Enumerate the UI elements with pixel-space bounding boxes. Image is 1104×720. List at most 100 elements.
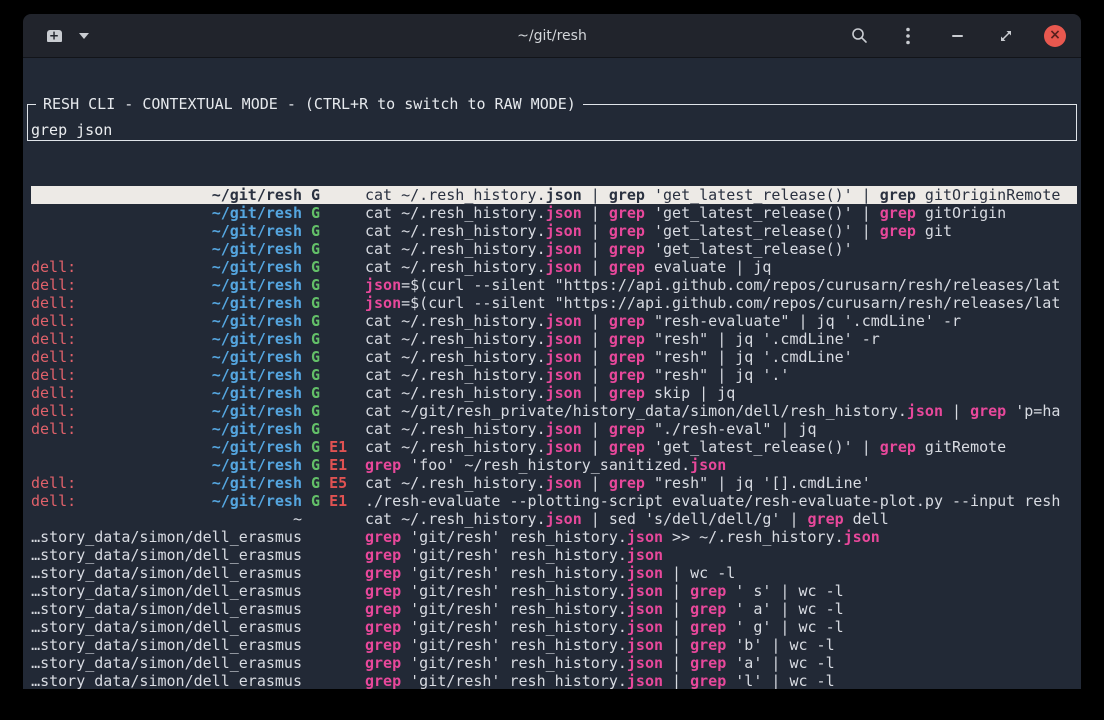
command-text: grep 'git/resh' resh_history.json bbox=[365, 546, 1077, 564]
host-label: dell: bbox=[31, 258, 76, 276]
command-text: cat ~/.resh_history.json | grep "./resh-… bbox=[365, 420, 1077, 438]
directory-label: ~/git/resh bbox=[212, 312, 302, 330]
match-highlight: json bbox=[546, 330, 582, 348]
git-flag: G bbox=[311, 222, 320, 240]
match-highlight: grep bbox=[880, 204, 916, 222]
history-row[interactable]: …story_data/simon/dell_erasmusgrep 'git/… bbox=[31, 636, 1077, 654]
command-text: json=$(curl --silent "https://api.github… bbox=[365, 294, 1077, 312]
host-dir-cell: …story_data/simon/dell_erasmus bbox=[31, 564, 302, 582]
match-highlight: grep bbox=[609, 186, 645, 204]
flags-cell: G bbox=[311, 330, 347, 348]
match-highlight: json bbox=[690, 456, 726, 474]
history-row[interactable]: ~/git/reshGcat ~/.resh_history.json | gr… bbox=[31, 186, 1077, 204]
host-dir-cell: …story_data/simon/dell_erasmus bbox=[31, 654, 302, 672]
history-row[interactable]: …story_data/simon/dell_erasmusgrep 'git/… bbox=[31, 528, 1077, 546]
git-flag: G bbox=[311, 492, 320, 510]
history-row[interactable]: dell:~/git/reshGcat ~/.resh_history.json… bbox=[31, 384, 1077, 402]
history-row[interactable]: …story_data/simon/dell_erasmusgrep 'git/… bbox=[31, 564, 1077, 582]
directory-label: …story_data/simon/dell_erasmus bbox=[31, 600, 302, 618]
git-flag: G bbox=[311, 186, 320, 204]
command-text: cat ~/.resh_history.json | grep 'get_lat… bbox=[365, 438, 1077, 456]
search-button[interactable] bbox=[848, 25, 870, 47]
history-row[interactable]: dell:~/git/reshG E5cat ~/.resh_history.j… bbox=[31, 474, 1077, 492]
match-highlight: grep bbox=[365, 618, 401, 636]
flags-cell: G bbox=[311, 204, 347, 222]
command-text: cat ~/.resh_history.json | grep "resh" |… bbox=[365, 348, 1077, 366]
host-label: dell: bbox=[31, 366, 76, 384]
host-label: dell: bbox=[31, 402, 76, 420]
directory-label: ~/git/resh bbox=[212, 222, 302, 240]
host-dir-cell: dell:~/git/resh bbox=[31, 258, 302, 276]
match-highlight: json bbox=[546, 186, 582, 204]
history-row[interactable]: …story_data/simon/dell_erasmus grep 'git/… bbox=[31, 654, 1077, 672]
history-row[interactable]: dell:~/git/reshGcat ~/.resh_history.json… bbox=[31, 366, 1077, 384]
directory-label: ~/git/resh bbox=[212, 276, 302, 294]
history-row[interactable]: dell:~/git/reshGcat ~/.resh_history.json… bbox=[31, 258, 1077, 276]
history-row[interactable]: ~/git/reshG E1cat ~/.resh_history.json |… bbox=[31, 438, 1077, 456]
match-highlight: json bbox=[546, 384, 582, 402]
flags-cell: G bbox=[311, 222, 347, 240]
match-highlight: json bbox=[546, 420, 582, 438]
history-row[interactable]: …story_data/simon/dell_erasmusgrep 'git/… bbox=[31, 618, 1077, 636]
match-highlight: grep bbox=[365, 636, 401, 654]
history-row[interactable]: ~cat ~/.resh_history.json | sed 's/dell/… bbox=[31, 510, 1077, 528]
directory-label: ~/git/resh bbox=[212, 348, 302, 366]
match-highlight: grep bbox=[609, 312, 645, 330]
history-row[interactable]: dell:~/git/reshGjson=$(curl --silent "ht… bbox=[31, 276, 1077, 294]
minimize-button[interactable] bbox=[946, 25, 968, 47]
command-text: cat ~/git/resh_private/history_data/simo… bbox=[365, 402, 1077, 420]
match-highlight: grep bbox=[609, 222, 645, 240]
git-flag: G bbox=[311, 312, 320, 330]
command-text: grep 'git/resh' resh_history.json | grep… bbox=[365, 654, 1077, 672]
history-row[interactable]: dell:~/git/reshGcat ~/.resh_history.json… bbox=[31, 420, 1077, 438]
history-row[interactable]: ~/git/reshGcat ~/.resh_history.json | gr… bbox=[31, 222, 1077, 240]
match-highlight: grep bbox=[609, 438, 645, 456]
close-button[interactable]: × bbox=[1044, 25, 1066, 47]
host-dir-cell: …story_data/simon/dell_erasmus bbox=[31, 528, 302, 546]
history-row[interactable]: …story_data/simon/dell_erasmusgrep 'git/… bbox=[31, 600, 1077, 618]
exit-code-flag: E1 bbox=[329, 492, 347, 510]
match-highlight: grep bbox=[365, 582, 401, 600]
history-row[interactable]: dell:~/git/reshGcat ~/.resh_history.json… bbox=[31, 330, 1077, 348]
history-row[interactable]: ~/git/reshG E1grep 'foo' ~/resh_history_… bbox=[31, 456, 1077, 474]
git-flag: G bbox=[311, 384, 320, 402]
flags-cell: G bbox=[311, 384, 347, 402]
host-dir-cell: ~/git/resh bbox=[31, 438, 302, 456]
history-row[interactable]: …story_data/simon/dell_erasmusgrep 'git/… bbox=[31, 672, 1077, 689]
history-row[interactable]: …story_data/simon/dell_erasmusgrep 'git/… bbox=[31, 546, 1077, 564]
history-row[interactable]: ~/git/reshGcat ~/.resh_history.json | gr… bbox=[31, 240, 1077, 258]
new-tab-icon bbox=[47, 30, 62, 42]
history-row[interactable]: dell:~/git/reshGcat ~/.resh_history.json… bbox=[31, 348, 1077, 366]
new-tab-button[interactable] bbox=[43, 26, 65, 46]
history-row[interactable]: dell:~/git/reshG E1./resh-evaluate --plo… bbox=[31, 492, 1077, 510]
host-dir-cell: dell:~/git/resh bbox=[31, 276, 302, 294]
host-dir-cell: dell: ~/git/resh bbox=[31, 492, 302, 510]
terminal-content: RESH CLI - CONTEXTUAL MODE - (CTRL+R to … bbox=[23, 58, 1081, 689]
flags-cell: G E1 bbox=[311, 492, 347, 510]
match-highlight: json bbox=[627, 600, 663, 618]
exit-code-flag: E5 bbox=[329, 474, 347, 492]
host-label: dell: bbox=[31, 492, 76, 510]
restore-button[interactable] bbox=[995, 25, 1017, 47]
menu-button[interactable] bbox=[897, 25, 919, 47]
history-row[interactable]: dell:~/git/reshGcat ~/.resh_history.json… bbox=[31, 312, 1077, 330]
match-highlight: grep bbox=[690, 654, 726, 672]
match-highlight: grep bbox=[808, 510, 844, 528]
history-row[interactable]: dell:~/git/reshGjson=$(curl --silent "ht… bbox=[31, 294, 1077, 312]
tab-dropdown-button[interactable] bbox=[75, 27, 93, 45]
git-flag: G bbox=[311, 474, 320, 492]
history-row[interactable]: dell:~/git/reshGcat ~/git/resh_private/h… bbox=[31, 402, 1077, 420]
match-highlight: json bbox=[546, 258, 582, 276]
search-query-input[interactable]: grep json bbox=[31, 121, 112, 139]
host-label: dell: bbox=[31, 330, 76, 348]
match-highlight: json bbox=[546, 510, 582, 528]
host-dir-cell: dell:~/git/resh bbox=[31, 348, 302, 366]
flags-cell: G bbox=[311, 420, 347, 438]
git-flag: G bbox=[311, 204, 320, 222]
git-flag: G bbox=[311, 294, 320, 312]
directory-label: ~/git/resh bbox=[212, 492, 302, 510]
history-row[interactable]: ~/git/reshGcat ~/.resh_history.json | gr… bbox=[31, 204, 1077, 222]
history-list: ~/git/resh Gcat ~/.resh_history.json | gr… bbox=[31, 186, 1077, 689]
history-row[interactable]: …story_data/simon/dell_erasmusgrep 'git/… bbox=[31, 582, 1077, 600]
match-highlight: grep bbox=[609, 240, 645, 258]
